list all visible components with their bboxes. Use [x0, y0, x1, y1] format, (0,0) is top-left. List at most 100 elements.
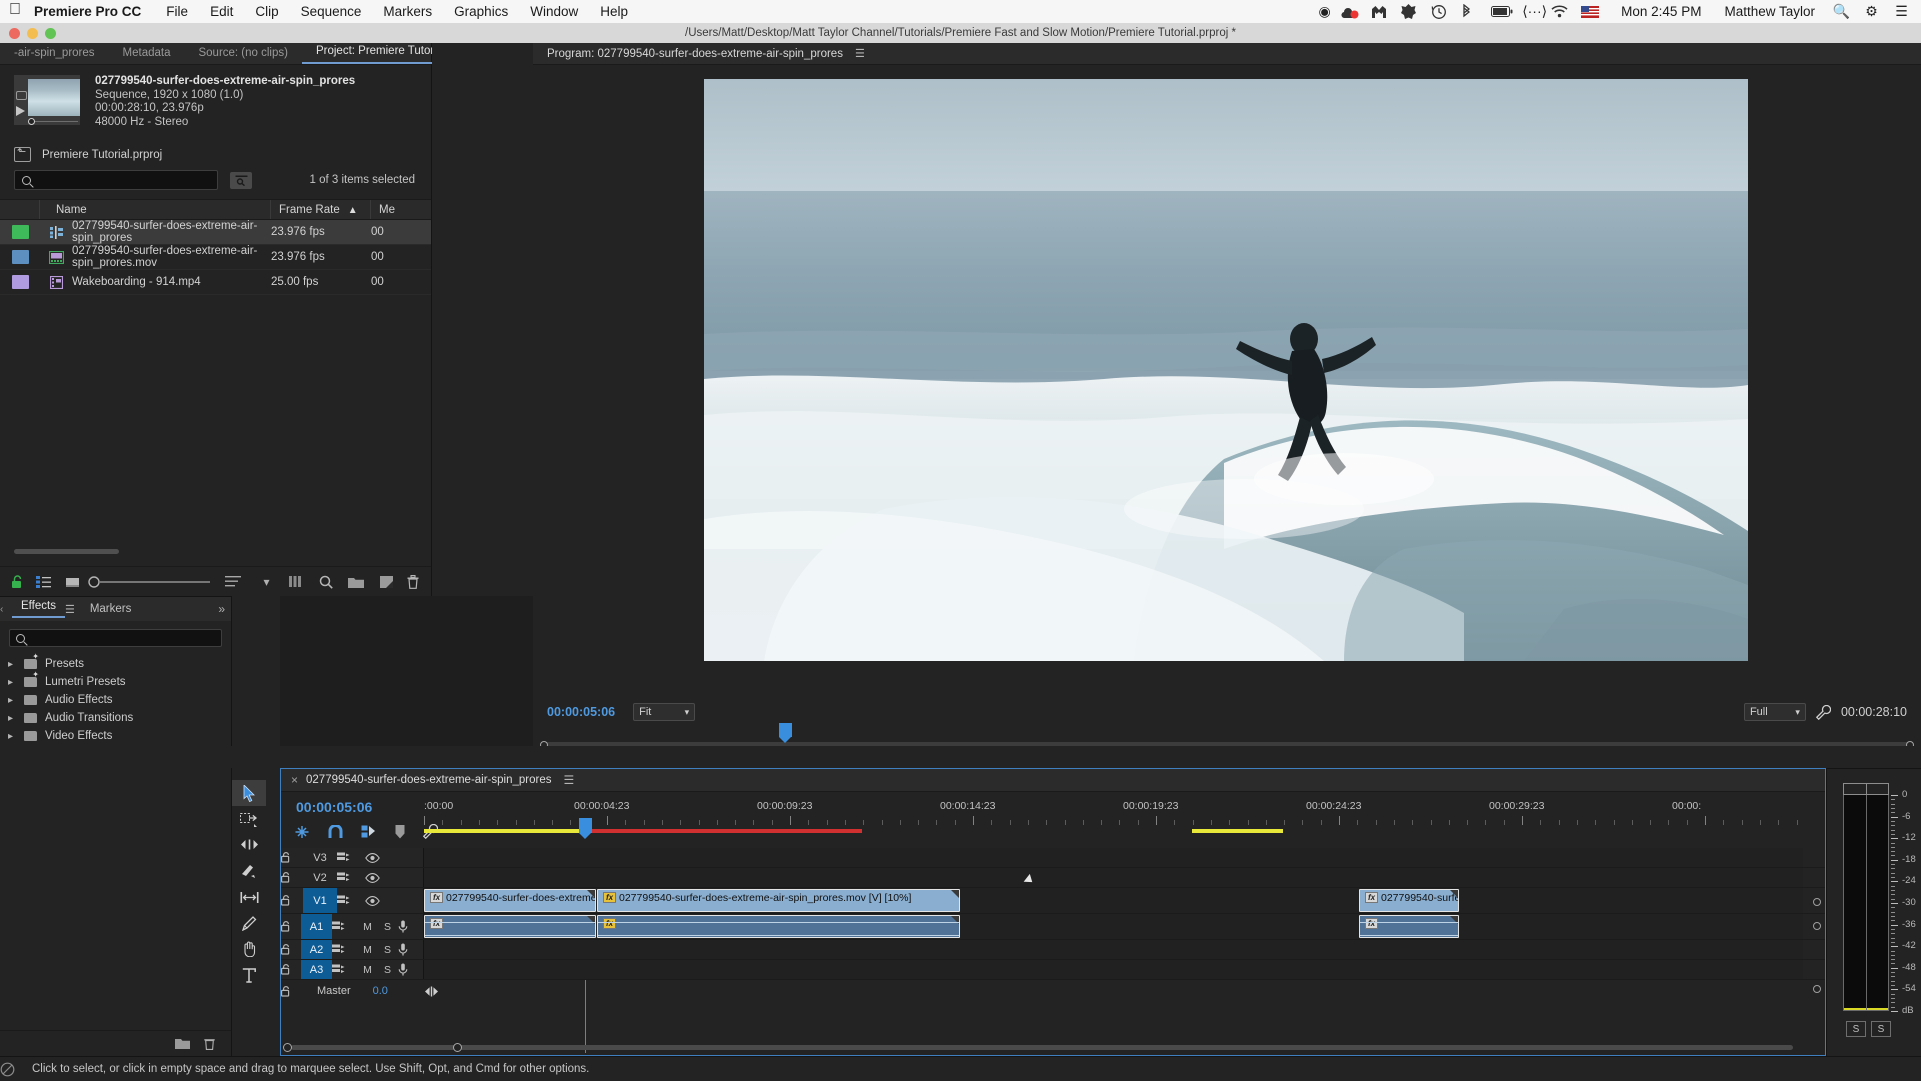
- track-header-v1[interactable]: V1: [281, 888, 424, 913]
- input-flag-icon[interactable]: [1581, 5, 1608, 18]
- panel-menu-icon[interactable]: ☰: [843, 47, 865, 60]
- track-select-forward-tool[interactable]: [232, 806, 266, 832]
- unlock-icon[interactable]: [281, 921, 301, 932]
- track-header-a2[interactable]: A2 M S: [281, 940, 424, 959]
- track-body-v3[interactable]: [424, 848, 1803, 867]
- timeline-clip[interactable]: fx: [1359, 915, 1459, 938]
- menu-file[interactable]: File: [155, 4, 199, 19]
- unlock-icon[interactable]: [281, 985, 317, 997]
- snap-icon[interactable]: [328, 824, 343, 839]
- mute-track-button[interactable]: M: [357, 921, 377, 933]
- panel-menu-icon[interactable]: ☰: [551, 773, 574, 787]
- hand-tool[interactable]: [232, 936, 266, 962]
- table-row[interactable]: Wakeboarding - 914.mp4 25.00 fps 00: [0, 270, 431, 295]
- solo-track-button[interactable]: S: [378, 944, 398, 956]
- timeline-zoom-handle-left[interactable]: [283, 1043, 292, 1052]
- project-horizontal-scrollbar[interactable]: [14, 549, 119, 554]
- timeline-playhead[interactable]: [579, 818, 592, 839]
- solo-track-button[interactable]: S: [378, 964, 398, 976]
- close-icon[interactable]: ×: [281, 773, 306, 787]
- track-body-a1[interactable]: fx fx fx: [424, 914, 1803, 939]
- microphone-icon[interactable]: [398, 963, 423, 976]
- type-tool[interactable]: [232, 962, 266, 988]
- play-icon[interactable]: [16, 106, 25, 116]
- slip-tool[interactable]: [232, 884, 266, 910]
- new-bin-icon[interactable]: [341, 575, 371, 589]
- apple-logo-icon[interactable]: : [0, 2, 30, 21]
- wifi-icon[interactable]: [1551, 5, 1578, 18]
- microphone-icon[interactable]: [398, 920, 423, 933]
- chevron-right-icon[interactable]: ▸: [8, 713, 16, 724]
- eye-icon[interactable]: [365, 852, 393, 863]
- wrench-icon[interactable]: [1815, 704, 1831, 720]
- track-target-a1[interactable]: A1: [301, 914, 332, 939]
- tab-metadata[interactable]: Metadata: [109, 47, 185, 64]
- linked-selection-icon[interactable]: [361, 825, 377, 839]
- preview-scrub-knob[interactable]: [28, 118, 35, 125]
- timeline-horizontal-scrollbar[interactable]: [283, 1043, 1801, 1052]
- malwarebytes-icon[interactable]: [1371, 5, 1398, 19]
- preview-scrub-track[interactable]: [28, 121, 78, 122]
- unlock-icon[interactable]: [281, 872, 303, 883]
- program-playhead[interactable]: [779, 723, 792, 743]
- track-target-v3[interactable]: V3: [303, 848, 337, 867]
- menu-graphics[interactable]: Graphics: [443, 4, 519, 19]
- pan-icon[interactable]: [388, 986, 439, 997]
- avast-icon[interactable]: [1401, 4, 1428, 19]
- find-icon[interactable]: [311, 575, 341, 589]
- program-video-frame[interactable]: [704, 79, 1748, 661]
- chevron-right-icon[interactable]: ▸: [8, 695, 16, 706]
- track-header-a3[interactable]: A3 M S: [281, 960, 424, 979]
- mute-track-button[interactable]: M: [357, 964, 377, 976]
- program-monitor-tab-label[interactable]: Program: 027799540-surfer-does-extreme-a…: [533, 48, 843, 60]
- work-area-bar-yellow[interactable]: [424, 829, 588, 833]
- render-bar-yellow[interactable]: [1192, 829, 1283, 833]
- search-input[interactable]: [37, 174, 207, 186]
- timeline-playhead-timecode[interactable]: 00:00:05:06: [296, 799, 372, 815]
- unlock-icon[interactable]: [281, 964, 301, 975]
- search-icon[interactable]: 🔍: [1828, 3, 1855, 20]
- unlock-icon[interactable]: [0, 574, 29, 589]
- parent-bin-icon[interactable]: [14, 145, 31, 162]
- program-current-timecode[interactable]: 00:00:05:06: [533, 705, 615, 719]
- program-duration-timecode[interactable]: 00:00:28:10: [1841, 705, 1907, 719]
- eye-icon[interactable]: [365, 872, 393, 883]
- nest-icon[interactable]: [294, 825, 310, 839]
- track-sync-icon[interactable]: [331, 964, 357, 975]
- tab-scroll-left-icon[interactable]: ‹: [0, 604, 12, 615]
- timeline-tab-label[interactable]: 027799540-surfer-does-extreme-air-spin_p…: [306, 774, 551, 786]
- menu-sequence[interactable]: Sequence: [290, 4, 373, 19]
- unlock-icon[interactable]: [281, 852, 303, 863]
- search-input-wrap[interactable]: [14, 170, 218, 190]
- timeline-clip[interactable]: fx 027799540-surfer-: [1359, 889, 1459, 912]
- track-keyframe-dot[interactable]: [1813, 985, 1821, 993]
- menu-markers[interactable]: Markers: [372, 4, 443, 19]
- menu-clip[interactable]: Clip: [244, 4, 289, 19]
- track-header-v2[interactable]: V2: [281, 868, 424, 887]
- track-sync-icon[interactable]: [331, 944, 357, 955]
- panel-menu-icon[interactable]: ☰: [65, 603, 81, 616]
- track-sync-icon[interactable]: [337, 852, 365, 863]
- selection-tool[interactable]: [232, 780, 266, 806]
- master-volume-value[interactable]: 0.0: [351, 985, 388, 997]
- timeline-clip[interactable]: fx 027799540-surfer-does-extreme-: [424, 889, 596, 912]
- notification-icon[interactable]: ☰: [1888, 3, 1915, 20]
- chevron-right-icon[interactable]: ▸: [8, 659, 16, 670]
- freeform-icon[interactable]: [281, 575, 311, 589]
- razor-tool[interactable]: [232, 858, 266, 884]
- table-row[interactable]: 027799540-surfer-does-extreme-air-spin_p…: [0, 220, 431, 245]
- menu-edit[interactable]: Edit: [199, 4, 244, 19]
- track-keyframe-dot[interactable]: [1813, 898, 1821, 906]
- track-body-v2[interactable]: [424, 868, 1803, 887]
- tab-source[interactable]: Source: (no clips): [184, 47, 301, 64]
- meter-bars[interactable]: [1843, 795, 1889, 1011]
- icon-view-icon[interactable]: [58, 576, 87, 588]
- chevron-right-icon[interactable]: ▸: [8, 731, 16, 742]
- column-frame-rate[interactable]: Frame Rate ▲: [271, 200, 371, 219]
- effects-item-audio-transitions[interactable]: ▸ Audio Transitions: [0, 709, 231, 727]
- track-body-a2[interactable]: [424, 940, 1803, 959]
- poster-frame-icon[interactable]: [16, 91, 27, 100]
- add-marker-icon[interactable]: [395, 824, 405, 839]
- battery-icon[interactable]: [1491, 6, 1518, 17]
- list-view-icon[interactable]: [29, 575, 58, 588]
